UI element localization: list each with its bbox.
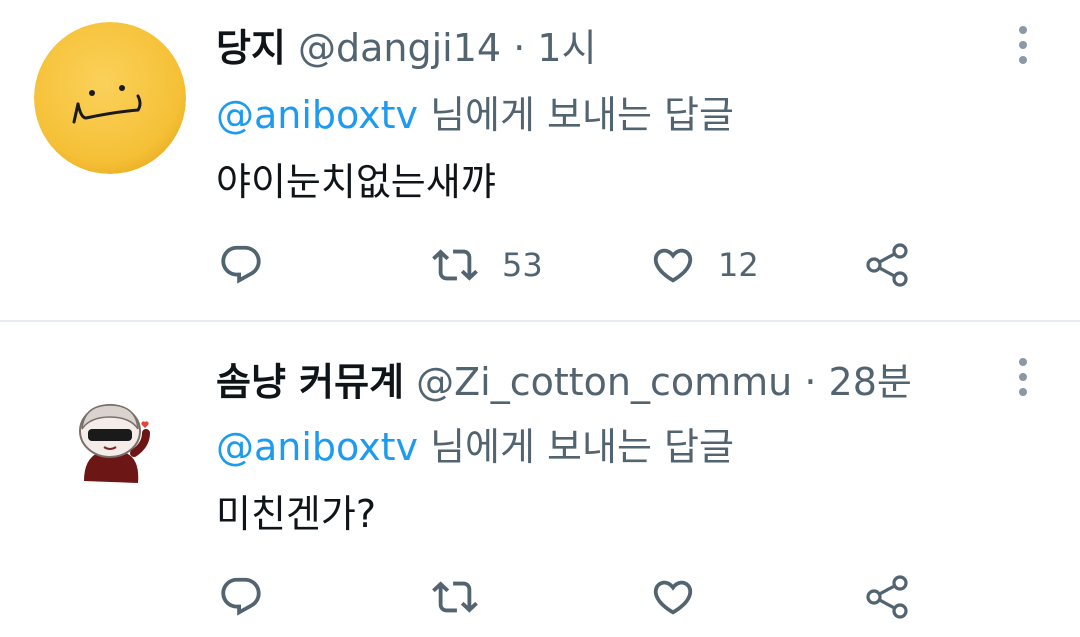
tweet[interactable]: 솜냥 커뮤계 @Zi_cotton_commu · 28분 @aniboxtv … [0,322,1080,637]
timestamp[interactable]: 28분 [829,360,912,404]
share-icon [866,243,908,287]
reply-context: @aniboxtv 님에게 보내는 답글 [216,91,734,139]
share-icon [866,575,908,619]
timestamp[interactable]: 1시 [537,26,596,70]
tweet[interactable]: 당지 @dangji14 · 1시 @aniboxtv 님에게 보내는 답글 야… [0,0,1080,320]
reply-icon [221,577,261,616]
reply-button[interactable] [218,235,264,295]
retweet-count: 53 [502,246,543,284]
reply-context: @aniboxtv 님에게 보내는 답글 [216,423,734,471]
tweet-header: 당지 @dangji14 · 1시 [216,24,597,72]
display-name[interactable]: 솜냥 커뮤계 [216,360,404,404]
more-vertical-icon [1019,26,1027,64]
user-handle[interactable]: @dangji14 [298,26,501,70]
separator-dot: · [513,26,526,70]
yellow-smiley-avatar-icon [34,22,186,174]
tweet-actions [0,567,1080,627]
tweet-actions: 53 12 [0,235,1080,295]
tweet-text: 미친겐가? [216,492,377,536]
avatar[interactable] [34,22,186,174]
retweet-button[interactable] [430,567,502,627]
like-count: 12 [718,246,759,284]
tweet-text: 야이눈치없는새꺄 [216,160,496,204]
moon-character-avatar-icon [34,349,186,501]
reply-button[interactable] [218,567,264,627]
avatar[interactable] [34,349,186,501]
retweet-button[interactable]: 53 [430,235,543,295]
tweet-header: 솜냥 커뮤계 @Zi_cotton_commu · 28분 [216,358,912,406]
display-name[interactable]: 당지 [216,26,286,70]
reply-mention-link[interactable]: @aniboxtv [216,425,418,469]
more-vertical-icon [1019,358,1027,396]
reply-mention-link[interactable]: @aniboxtv [216,93,418,137]
more-options-button[interactable] [1007,20,1039,70]
like-button[interactable] [650,567,718,627]
user-handle[interactable]: @Zi_cotton_commu [416,360,792,404]
retweet-icon [432,581,478,613]
heart-icon [653,248,693,283]
share-button[interactable] [862,235,912,295]
reply-context-label: 님에게 보내는 답글 [418,425,734,469]
share-button[interactable] [862,567,912,627]
reply-context-label: 님에게 보내는 답글 [418,93,734,137]
separator-dot: · [804,360,817,404]
reply-icon [221,245,261,284]
like-button[interactable]: 12 [650,235,759,295]
heart-icon [653,580,693,615]
more-options-button[interactable] [1007,352,1039,402]
retweet-icon [432,249,478,281]
